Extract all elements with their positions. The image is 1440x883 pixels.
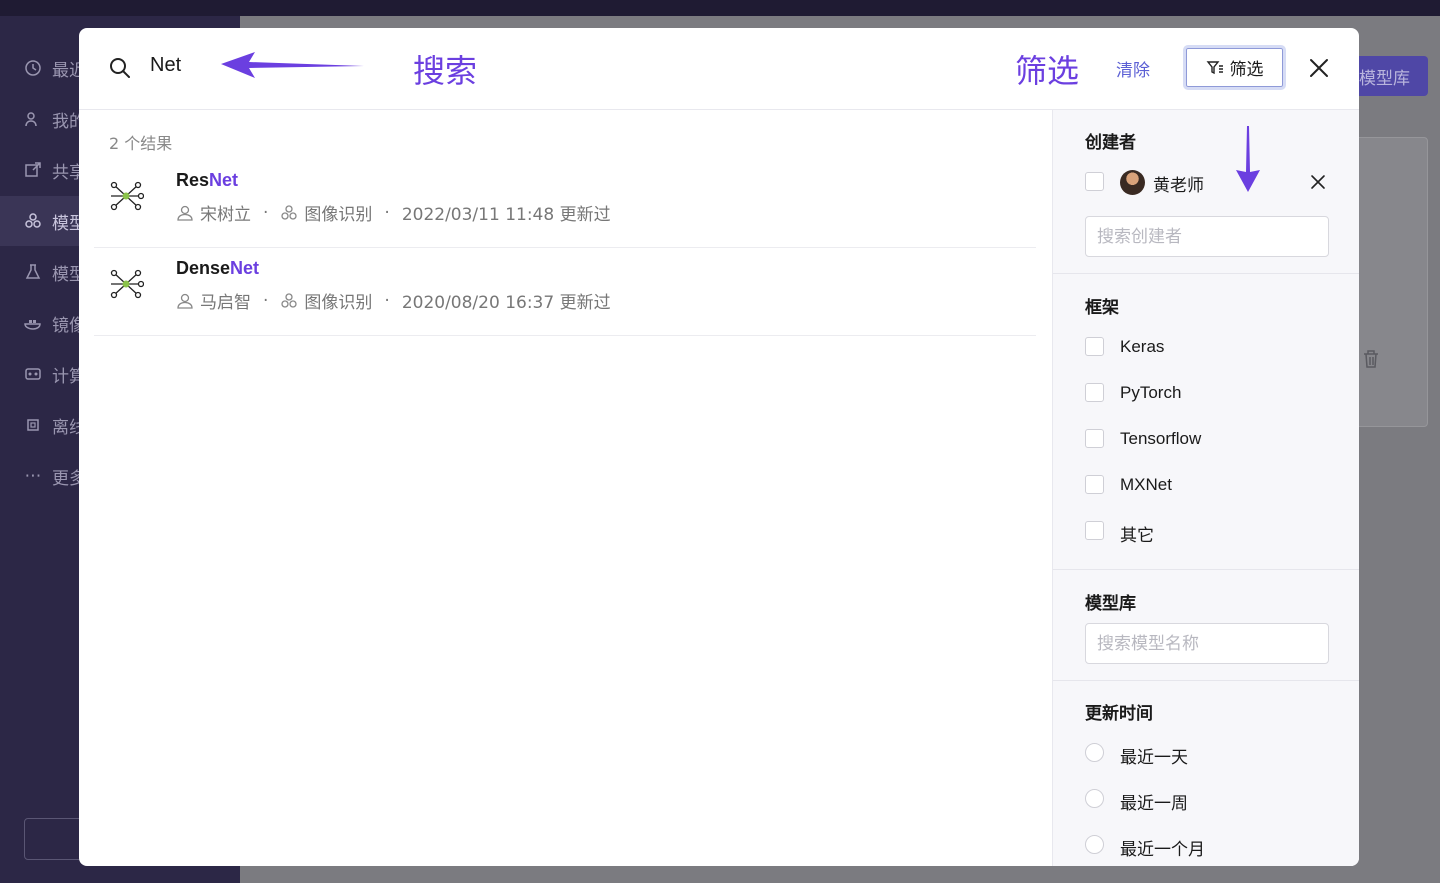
background-topbar bbox=[0, 0, 1440, 16]
user-icon bbox=[176, 292, 194, 310]
filter-section-framework: 框架 Keras PyTorch Tensorflow MXNet 其它 bbox=[1053, 274, 1359, 570]
framework-option-label: Tensorflow bbox=[1120, 429, 1202, 448]
creator-checkbox[interactable] bbox=[1085, 172, 1104, 191]
list-item[interactable]: ResNet 宋树立 · 图像识别 · 2022/03/11 11:48 更新过 bbox=[94, 160, 1036, 248]
filter-section-updated-time: 更新时间 最近一天 最近一周 最近一个月 bbox=[1053, 681, 1359, 866]
updated-option-label: 最近一周 bbox=[1120, 794, 1188, 813]
bg-sidebar-item-compute[interactable]: 计算 bbox=[24, 362, 86, 387]
separator-dot: · bbox=[263, 290, 269, 311]
bg-sidebar-item-recent[interactable]: 最近 bbox=[24, 56, 86, 81]
bg-sidebar-item-model-train[interactable]: 模型 bbox=[24, 260, 86, 285]
title-match-highlight: Net bbox=[230, 258, 260, 278]
creator-search-input[interactable] bbox=[1085, 216, 1329, 257]
updated-option-label: 最近一个月 bbox=[1120, 840, 1205, 859]
filter-panel: 创建者 黄老师 框架 Keras PyTorch Tensorflow MXNe… bbox=[1052, 110, 1359, 866]
docker-icon bbox=[24, 314, 42, 332]
result-category: 图像识别 bbox=[304, 293, 373, 313]
more-icon: ⋯ bbox=[24, 466, 42, 486]
annotation-search-label: 搜索 bbox=[413, 52, 478, 90]
search-input[interactable]: Net bbox=[150, 54, 181, 77]
bg-model-repo-button-label: 模型库 bbox=[1359, 68, 1410, 89]
annotation-filter-label: 筛选 bbox=[1015, 52, 1080, 90]
title-match-highlight: Net bbox=[209, 170, 239, 190]
clock-icon bbox=[24, 59, 42, 77]
result-author: 宋树立 bbox=[200, 205, 251, 225]
creator-name: 黄老师 bbox=[1153, 176, 1204, 195]
title-prefix: Res bbox=[176, 170, 210, 190]
separator-dot: · bbox=[384, 290, 390, 311]
annotation-arrow-down-icon bbox=[1236, 126, 1260, 192]
result-updated: 2020/08/20 16:37 更新过 bbox=[401, 293, 611, 313]
avatar bbox=[1120, 170, 1145, 195]
framework-option-label: 其它 bbox=[1120, 526, 1154, 545]
separator-dot: · bbox=[263, 202, 269, 223]
bg-sidebar-item-more[interactable]: ⋯ 更多 bbox=[24, 464, 87, 489]
result-author: 马启智 bbox=[200, 293, 251, 313]
filter-button[interactable]: 筛选 bbox=[1183, 45, 1286, 90]
framework-checkbox-other[interactable] bbox=[1085, 521, 1104, 540]
framework-checkbox-keras[interactable] bbox=[1085, 337, 1104, 356]
framework-option-label: Keras bbox=[1120, 337, 1165, 356]
network-model-icon bbox=[110, 269, 144, 299]
updated-radio-day[interactable] bbox=[1085, 743, 1104, 762]
result-count: 2 个结果 bbox=[109, 134, 173, 153]
title-prefix: Dense bbox=[176, 258, 231, 278]
bg-sidebar-item-images[interactable]: 镜像 bbox=[24, 311, 86, 336]
separator-dot: · bbox=[384, 202, 390, 223]
close-icon[interactable] bbox=[1308, 57, 1330, 79]
result-category: 图像识别 bbox=[304, 205, 373, 225]
filter-section-model-repo: 模型库 bbox=[1053, 570, 1359, 681]
section-title: 创建者 bbox=[1085, 133, 1136, 153]
flask-icon bbox=[24, 263, 42, 281]
framework-option-label: PyTorch bbox=[1120, 383, 1182, 402]
bg-sidebar-item-offline[interactable]: 离线 bbox=[24, 413, 86, 438]
section-title: 模型库 bbox=[1085, 594, 1136, 614]
bg-sidebar-item-shared[interactable]: 共享 bbox=[24, 158, 86, 183]
modal-header: Net 搜索 筛选 清除 筛选 bbox=[79, 28, 1359, 110]
result-title[interactable]: ResNet bbox=[176, 170, 238, 191]
updated-radio-week[interactable] bbox=[1085, 789, 1104, 808]
user-icon bbox=[24, 110, 42, 128]
section-title: 框架 bbox=[1085, 298, 1119, 318]
result-meta: 马启智 · 图像识别 · 2020/08/20 16:37 更新过 bbox=[176, 288, 611, 313]
compute-icon bbox=[24, 365, 42, 383]
user-icon bbox=[176, 204, 194, 222]
search-icon bbox=[109, 57, 131, 79]
bg-sidebar-item-mine[interactable]: 我的 bbox=[24, 107, 86, 132]
updated-radio-month[interactable] bbox=[1085, 835, 1104, 854]
results-list: 2 个结果 ResNet 宋树立 · 图像识别 · 2022/03/11 11:… bbox=[79, 110, 1052, 866]
bg-card bbox=[1352, 137, 1428, 427]
trash-icon bbox=[1362, 349, 1380, 369]
framework-checkbox-mxnet[interactable] bbox=[1085, 475, 1104, 494]
model-icon bbox=[280, 204, 298, 222]
filter-button-label: 筛选 bbox=[1229, 60, 1264, 80]
search-modal: Net 搜索 筛选 清除 筛选 2 个结果 ResNet 宋树立 · 图像识别 … bbox=[79, 28, 1359, 866]
section-title: 更新时间 bbox=[1085, 704, 1153, 724]
model-icon bbox=[24, 212, 42, 230]
result-title[interactable]: DenseNet bbox=[176, 258, 259, 279]
filter-section-creator: 创建者 黄老师 bbox=[1053, 110, 1359, 274]
result-meta: 宋树立 · 图像识别 · 2022/03/11 11:48 更新过 bbox=[176, 200, 611, 225]
model-repo-search-input[interactable] bbox=[1085, 623, 1329, 664]
framework-checkbox-pytorch[interactable] bbox=[1085, 383, 1104, 402]
share-icon bbox=[24, 161, 42, 179]
chip-icon bbox=[24, 416, 42, 434]
clear-link[interactable]: 清除 bbox=[1116, 56, 1150, 81]
framework-checkbox-tensorflow[interactable] bbox=[1085, 429, 1104, 448]
remove-creator-icon[interactable] bbox=[1309, 173, 1327, 191]
list-item[interactable]: DenseNet 马启智 · 图像识别 · 2020/08/20 16:37 更… bbox=[94, 248, 1036, 336]
model-icon bbox=[280, 292, 298, 310]
result-updated: 2022/03/11 11:48 更新过 bbox=[401, 205, 611, 225]
framework-option-label: MXNet bbox=[1120, 475, 1172, 494]
filter-icon bbox=[1206, 60, 1223, 74]
updated-option-label: 最近一天 bbox=[1120, 748, 1188, 767]
network-model-icon bbox=[110, 181, 144, 211]
annotation-arrow-left-icon bbox=[221, 52, 364, 78]
